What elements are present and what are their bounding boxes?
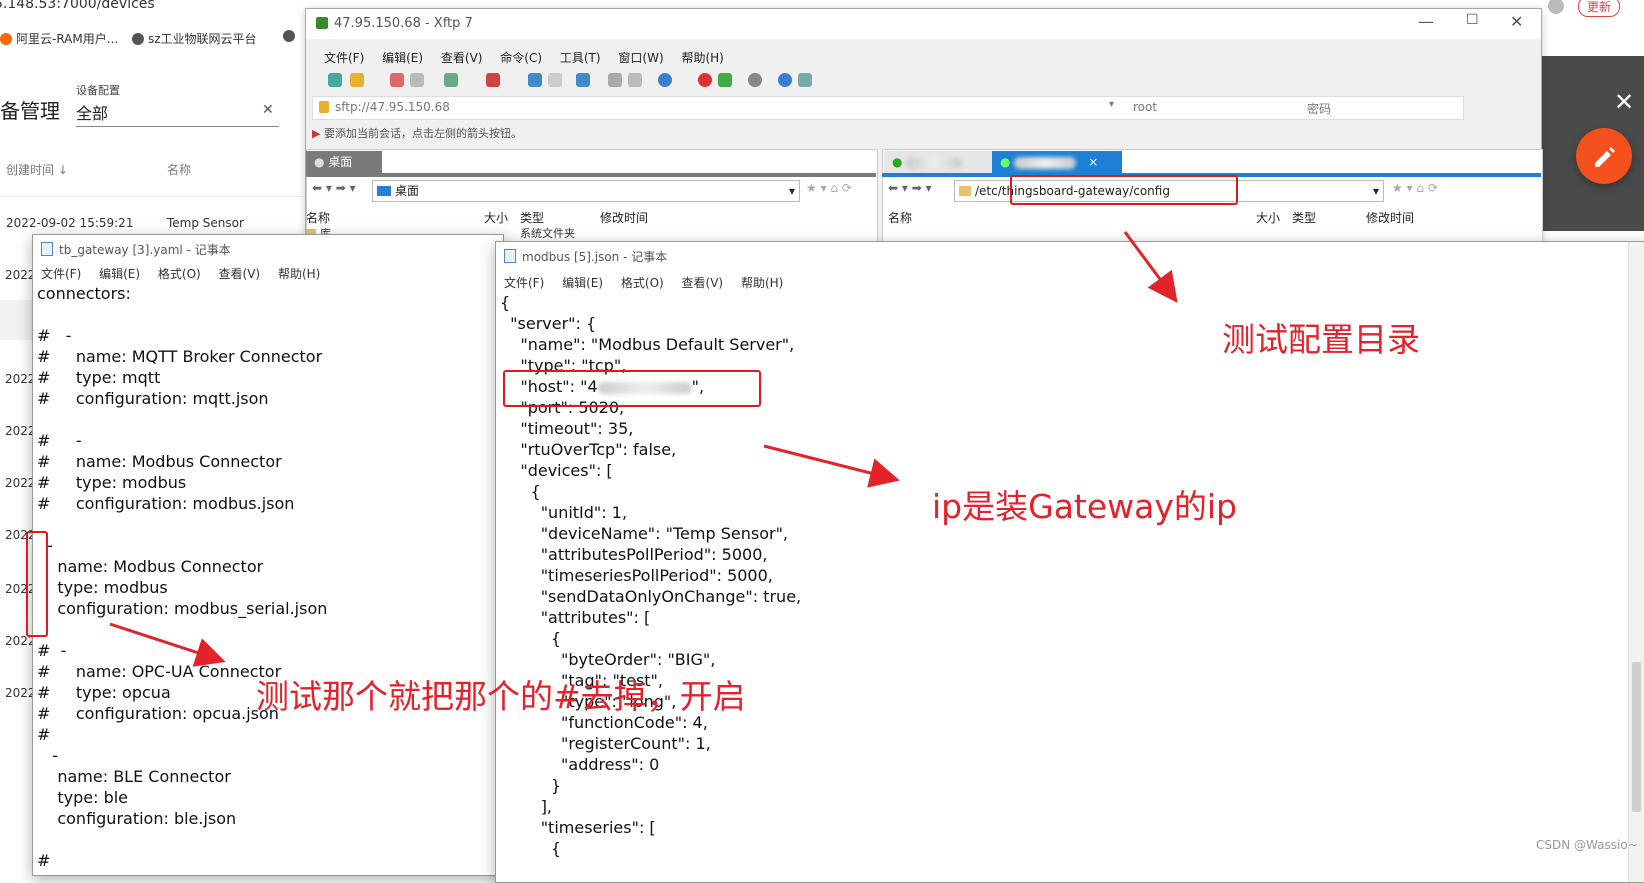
arrow-to-host <box>763 444 900 488</box>
annotation-arrows <box>109 231 1178 667</box>
annotation-config-dir: 测试配置目录 <box>1222 320 1420 359</box>
annotation-enable: 测试那个就把那个的#去掉，开启 <box>256 677 746 716</box>
arrow-to-config-dir <box>1123 231 1178 303</box>
annotation-ip: ip是装Gateway的ip <box>932 487 1238 526</box>
arrow-to-uncomment <box>109 622 226 667</box>
watermark: CSDN @Wassio~ <box>1536 838 1638 852</box>
